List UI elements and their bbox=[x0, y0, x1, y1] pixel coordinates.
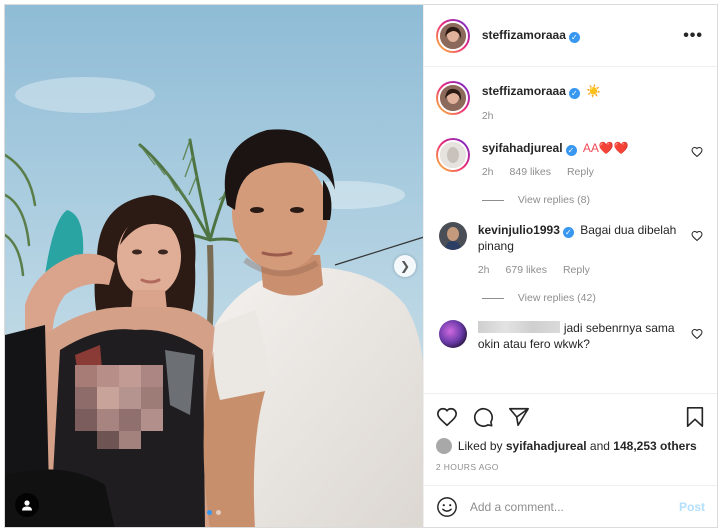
liked-by-others-link[interactable]: 148,253 others bbox=[613, 439, 696, 453]
reply-button[interactable]: Reply bbox=[567, 164, 594, 180]
comment-like-heart-icon[interactable] bbox=[691, 328, 703, 340]
more-horizontal-icon[interactable]: ••• bbox=[683, 27, 703, 45]
bookmark-icon[interactable] bbox=[685, 406, 705, 428]
smiley-icon[interactable] bbox=[436, 496, 458, 518]
verified-badge-icon: ✓ bbox=[568, 32, 580, 43]
blurred-username bbox=[477, 321, 560, 333]
view-replies-button[interactable]: View replies (8) bbox=[481, 194, 703, 206]
commenter-avatar-image bbox=[438, 222, 467, 250]
post-photo[interactable]: ❯ bbox=[5, 5, 423, 527]
commenter-avatar[interactable] bbox=[438, 320, 467, 348]
chevron-right-icon: ❯ bbox=[399, 259, 411, 273]
post-actions: Liked by syifahadjureal and 148,253 othe… bbox=[423, 393, 717, 485]
verified-badge-icon: ✓ bbox=[562, 227, 574, 238]
caption-avatar-image bbox=[439, 85, 466, 111]
comments-list: steffizamoraaa ✓ ☀️ 2h syifahadjureal ✓ … bbox=[424, 67, 717, 393]
caption-time[interactable]: 2h bbox=[482, 108, 494, 124]
liked-by-user-link[interactable]: syifahadjureal bbox=[506, 439, 587, 453]
liked-by-and: and bbox=[589, 439, 610, 453]
comment-time[interactable]: 2h bbox=[478, 262, 490, 278]
carousel-indicator bbox=[5, 510, 423, 515]
author-avatar[interactable] bbox=[435, 18, 470, 53]
commenter-avatar-image bbox=[439, 142, 466, 168]
comment-like-heart-icon[interactable] bbox=[691, 230, 703, 242]
comment-likes[interactable]: 849 likes bbox=[510, 164, 551, 180]
caption: steffizamoraaa ✓ ☀️ 2h bbox=[435, 81, 703, 124]
comment-time[interactable]: 2h bbox=[482, 164, 494, 180]
view-replies-button[interactable]: View replies (42) bbox=[481, 292, 703, 304]
commenter-avatar[interactable] bbox=[435, 138, 470, 172]
instagram-post-modal: ❯ steffizamoraaa ✓ ••• steffizamoraaa ✓ … bbox=[4, 4, 718, 528]
caption-username[interactable]: steffizamoraaa bbox=[482, 84, 566, 98]
comment-item: jadi sebenrnya sama okin atau fero wkwk? bbox=[436, 320, 703, 352]
carousel-dot bbox=[215, 510, 221, 515]
comment-item: kevinjulio1993 ✓ Bagai dua dibelah pinang… bbox=[436, 222, 703, 278]
post-comment-button[interactable]: Post bbox=[679, 500, 705, 514]
liked-by-label: Liked by bbox=[457, 439, 503, 453]
commenter-avatar-image bbox=[438, 320, 467, 348]
comment-icon[interactable] bbox=[472, 406, 494, 428]
comment-likes[interactable]: 679 likes bbox=[506, 262, 547, 278]
post-header: steffizamoraaa ✓ ••• bbox=[423, 5, 717, 67]
post-timestamp[interactable]: 2 HOURS AGO bbox=[436, 462, 705, 472]
author-username[interactable]: steffizamoraaa ✓ bbox=[482, 28, 580, 43]
divider-line bbox=[481, 297, 504, 299]
carousel-dot-active bbox=[206, 510, 212, 515]
divider-line bbox=[481, 199, 504, 201]
comment-text: AA❤️❤️ bbox=[582, 141, 629, 155]
likes-summary: Liked by syifahadjureal and 148,253 othe… bbox=[435, 438, 705, 454]
comment-input[interactable] bbox=[469, 499, 679, 514]
next-photo-button[interactable]: ❯ bbox=[394, 255, 416, 277]
comment-like-heart-icon[interactable] bbox=[691, 146, 703, 158]
verified-badge-icon: ✓ bbox=[568, 88, 580, 99]
comment-username[interactable]: kevinjulio1993 bbox=[478, 223, 560, 237]
reply-button[interactable]: Reply bbox=[563, 262, 590, 278]
liker-avatar[interactable] bbox=[435, 438, 452, 454]
post-panel: steffizamoraaa ✓ ••• steffizamoraaa ✓ ☀️… bbox=[422, 5, 717, 527]
verified-badge-icon: ✓ bbox=[565, 145, 577, 156]
caption-author-avatar[interactable] bbox=[435, 81, 470, 115]
caption-text: ☀️ bbox=[586, 84, 602, 98]
send-icon[interactable] bbox=[508, 406, 530, 428]
heart-icon[interactable] bbox=[436, 406, 458, 428]
author-avatar-image bbox=[439, 22, 466, 49]
photo-scene bbox=[5, 5, 423, 527]
add-comment-bar: Post bbox=[423, 485, 717, 527]
comment-username[interactable]: syifahadjureal bbox=[482, 141, 563, 155]
commenter-avatar[interactable] bbox=[438, 222, 467, 250]
comment-item: syifahadjureal ✓ AA❤️❤️ 2h 849 likes Repl… bbox=[435, 138, 703, 180]
